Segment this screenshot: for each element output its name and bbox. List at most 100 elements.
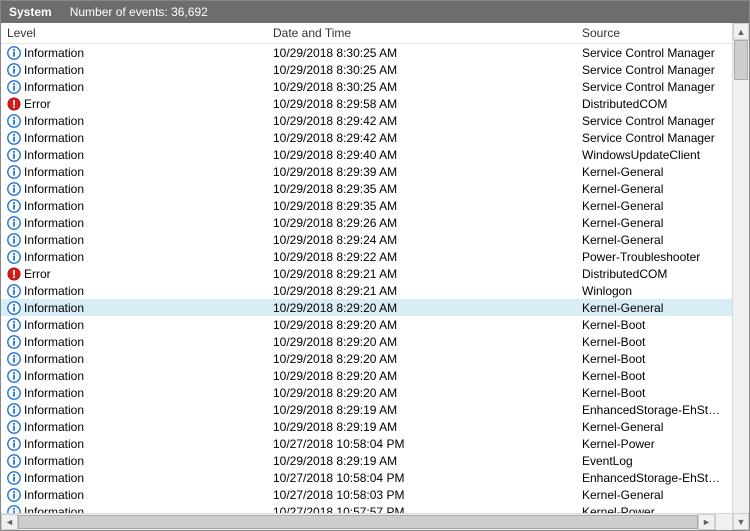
cell-source: Service Control Manager — [576, 63, 732, 77]
cell-date: 10/27/2018 10:58:04 PM — [267, 471, 576, 485]
table-row[interactable]: Information10/29/2018 8:29:35 AMKernel-G… — [1, 197, 732, 214]
table-row[interactable]: Information10/29/2018 8:29:42 AMService … — [1, 129, 732, 146]
event-count: Number of events: 36,692 — [70, 5, 208, 19]
table-row[interactable]: Information10/29/2018 8:29:20 AMKernel-B… — [1, 350, 732, 367]
cell-date: 10/29/2018 8:29:19 AM — [267, 454, 576, 468]
table-row[interactable]: Information10/29/2018 8:29:24 AMKernel-G… — [1, 231, 732, 248]
cell-level: Information — [1, 250, 267, 264]
info-icon — [7, 488, 21, 502]
cell-source: Kernel-General — [576, 199, 732, 213]
h-scroll-thumb[interactable] — [18, 515, 698, 529]
h-scroll-track[interactable] — [18, 514, 698, 530]
info-icon — [7, 471, 21, 485]
level-text: Information — [24, 420, 84, 434]
scroll-left-arrow-icon[interactable]: ◄ — [1, 514, 18, 530]
table-row[interactable]: Information10/27/2018 10:58:04 PMKernel-… — [1, 435, 732, 452]
cell-date: 10/29/2018 8:29:58 AM — [267, 97, 576, 111]
level-text: Information — [24, 488, 84, 502]
table-row[interactable]: Information10/29/2018 8:29:19 AMKernel-G… — [1, 418, 732, 435]
info-icon — [7, 454, 21, 468]
cell-source: Kernel-Power — [576, 437, 732, 451]
info-icon — [7, 233, 21, 247]
info-icon — [7, 114, 21, 128]
level-text: Information — [24, 437, 84, 451]
info-icon — [7, 199, 21, 213]
info-icon — [7, 386, 21, 400]
level-text: Error — [24, 97, 51, 111]
cell-source: Kernel-Boot — [576, 369, 732, 383]
cell-source: Kernel-Boot — [576, 352, 732, 366]
level-text: Information — [24, 386, 84, 400]
column-header-date[interactable]: Date and Time — [267, 23, 576, 43]
table-row[interactable]: Information10/27/2018 10:58:03 PMKernel-… — [1, 486, 732, 503]
table-row[interactable]: Information10/27/2018 10:57:57 PMKernel-… — [1, 503, 732, 513]
table-row[interactable]: Information10/29/2018 8:30:25 AMService … — [1, 44, 732, 61]
level-text: Information — [24, 369, 84, 383]
info-icon — [7, 301, 21, 315]
table-row[interactable]: Information10/29/2018 8:29:20 AMKernel-B… — [1, 384, 732, 401]
table-row[interactable]: Error10/29/2018 8:29:58 AMDistributedCOM — [1, 95, 732, 112]
column-header-source[interactable]: Source — [576, 23, 732, 43]
cell-source: Service Control Manager — [576, 80, 732, 94]
cell-date: 10/29/2018 8:29:20 AM — [267, 301, 576, 315]
table-row[interactable]: Information10/29/2018 8:29:22 AMPower-Tr… — [1, 248, 732, 265]
cell-level: Information — [1, 182, 267, 196]
table-row[interactable]: Information10/29/2018 8:29:20 AMKernel-B… — [1, 333, 732, 350]
vertical-scrollbar[interactable]: ▲ ▼ — [732, 23, 749, 530]
level-text: Information — [24, 318, 84, 332]
cell-level: Information — [1, 369, 267, 383]
cell-level: Information — [1, 386, 267, 400]
table-row[interactable]: Information10/29/2018 8:29:35 AMKernel-G… — [1, 180, 732, 197]
cell-level: Information — [1, 454, 267, 468]
v-scroll-thumb[interactable] — [734, 40, 748, 80]
cell-level: Information — [1, 301, 267, 315]
table-row[interactable]: Information 10/29/2018 8:29:19 AMEventLog — [1, 452, 732, 469]
table-row[interactable]: Information10/29/2018 8:29:20 AMKernel-G… — [1, 299, 732, 316]
table-row[interactable]: Information10/29/2018 8:29:19 AMEnhanced… — [1, 401, 732, 418]
cell-source: Power-Troubleshooter — [576, 250, 732, 264]
table-row[interactable]: Information10/29/2018 8:29:42 AMService … — [1, 112, 732, 129]
cell-date: 10/29/2018 8:29:19 AM — [267, 403, 576, 417]
horizontal-scrollbar[interactable]: ◄ ► — [1, 513, 732, 530]
info-icon — [7, 352, 21, 366]
level-text: Information — [24, 216, 84, 230]
cell-source: Kernel-General — [576, 301, 732, 315]
error-icon — [7, 97, 21, 111]
table-row[interactable]: Information10/27/2018 10:58:04 PMEnhance… — [1, 469, 732, 486]
table-row[interactable]: Information10/29/2018 8:29:20 AMKernel-B… — [1, 367, 732, 384]
cell-date: 10/29/2018 8:30:25 AM — [267, 46, 576, 60]
table-row[interactable]: Error10/29/2018 8:29:21 AMDistributedCOM — [1, 265, 732, 282]
info-icon — [7, 505, 21, 514]
cell-date: 10/29/2018 8:29:35 AM — [267, 182, 576, 196]
cell-date: 10/29/2018 8:29:42 AM — [267, 114, 576, 128]
table-row[interactable]: Information10/29/2018 8:29:26 AMKernel-G… — [1, 214, 732, 231]
cell-date: 10/29/2018 8:29:20 AM — [267, 318, 576, 332]
event-table: Level Date and Time Source Information10… — [1, 23, 732, 530]
table-row[interactable]: Information10/29/2018 8:30:25 AMService … — [1, 78, 732, 95]
info-icon — [7, 318, 21, 332]
scroll-right-arrow-icon[interactable]: ► — [698, 514, 715, 530]
column-header-level[interactable]: Level — [1, 23, 267, 43]
table-row[interactable]: Information10/29/2018 8:29:40 AMWindowsU… — [1, 146, 732, 163]
cell-date: 10/29/2018 8:29:35 AM — [267, 199, 576, 213]
scroll-up-arrow-icon[interactable]: ▲ — [733, 23, 749, 40]
cell-source: Kernel-General — [576, 488, 732, 502]
table-row[interactable]: Information10/29/2018 8:29:39 AMKernel-G… — [1, 163, 732, 180]
error-icon — [7, 267, 21, 281]
cell-source: EventLog — [576, 454, 732, 468]
scroll-down-arrow-icon[interactable]: ▼ — [733, 513, 749, 530]
cell-source: Kernel-Power — [576, 505, 732, 514]
table-row[interactable]: Information10/29/2018 8:30:25 AMService … — [1, 61, 732, 78]
info-icon — [7, 284, 21, 298]
table-row[interactable]: Information10/29/2018 8:29:21 AMWinlogon — [1, 282, 732, 299]
level-text: Information — [24, 63, 84, 77]
cell-level: Information — [1, 199, 267, 213]
level-text: Information — [24, 454, 84, 468]
v-scroll-track[interactable] — [733, 40, 749, 513]
cell-level: Information — [1, 471, 267, 485]
cell-date: 10/29/2018 8:29:24 AM — [267, 233, 576, 247]
table-row[interactable]: Information10/29/2018 8:29:20 AMKernel-B… — [1, 316, 732, 333]
cell-date: 10/29/2018 8:29:20 AM — [267, 335, 576, 349]
cell-level: Information — [1, 505, 267, 514]
cell-level: Information — [1, 165, 267, 179]
